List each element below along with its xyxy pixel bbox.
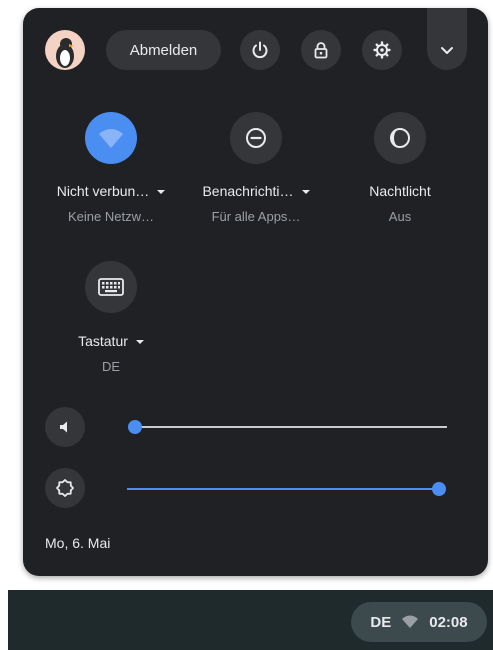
clock: 02:08 (429, 613, 468, 631)
power-button[interactable] (240, 30, 280, 70)
lock-button[interactable] (301, 30, 341, 70)
network-tile-sublabel: Keine Netzw… (68, 209, 154, 224)
brightness-slider-thumb[interactable] (432, 482, 446, 496)
keyboard-icon (98, 278, 124, 296)
gear-icon (373, 41, 391, 59)
power-icon (252, 41, 268, 59)
volume-slider-thumb[interactable] (128, 420, 142, 434)
quick-settings-panel: Abmelden Nicht verbun… Keine Netzw… Bena… (23, 8, 488, 576)
network-tile-label[interactable]: Nicht verbun… (41, 183, 181, 199)
sign-out-button[interactable]: Abmelden (106, 30, 221, 70)
night-light-tile-sublabel: Aus (388, 209, 412, 224)
user-avatar[interactable] (45, 30, 85, 70)
caret-down-icon (135, 340, 144, 345)
status-area-button[interactable]: DE 02:08 (351, 602, 487, 642)
shelf: DE 02:08 (8, 590, 493, 650)
mute-button[interactable] (45, 407, 85, 447)
brightness-slider[interactable] (127, 488, 439, 490)
night-light-icon (390, 128, 410, 148)
sign-out-label: Abmelden (129, 41, 198, 59)
caret-down-icon (157, 190, 166, 195)
keyboard-tile-sublabel: DE (101, 359, 121, 374)
volume-slider[interactable] (135, 426, 447, 428)
lock-icon (314, 42, 328, 59)
avatar-image (56, 38, 74, 68)
collapse-button[interactable] (427, 8, 467, 70)
settings-button[interactable] (362, 30, 402, 70)
notifications-tile-sublabel: Für alle Apps… (211, 209, 301, 224)
brightness-button (45, 468, 85, 508)
brightness-icon (56, 479, 74, 497)
night-light-tile-label[interactable]: Nachtlicht (330, 183, 470, 199)
keyboard-tile-label[interactable]: Tastatur (41, 333, 181, 349)
wifi-status-icon (402, 615, 419, 628)
date-label[interactable]: Mo, 6. Mai (45, 535, 110, 551)
notifications-toggle[interactable] (230, 112, 282, 164)
keyboard-toggle[interactable] (85, 261, 137, 313)
volume-icon (60, 421, 67, 433)
caret-down-icon (301, 190, 310, 195)
do-not-disturb-icon (246, 128, 266, 148)
chevron-down-icon (441, 47, 453, 54)
night-light-toggle[interactable] (374, 112, 426, 164)
notifications-tile-label[interactable]: Benachrichti… (186, 183, 326, 199)
network-toggle[interactable] (85, 112, 137, 164)
wifi-icon (99, 129, 123, 148)
ime-indicator: DE (370, 613, 392, 631)
